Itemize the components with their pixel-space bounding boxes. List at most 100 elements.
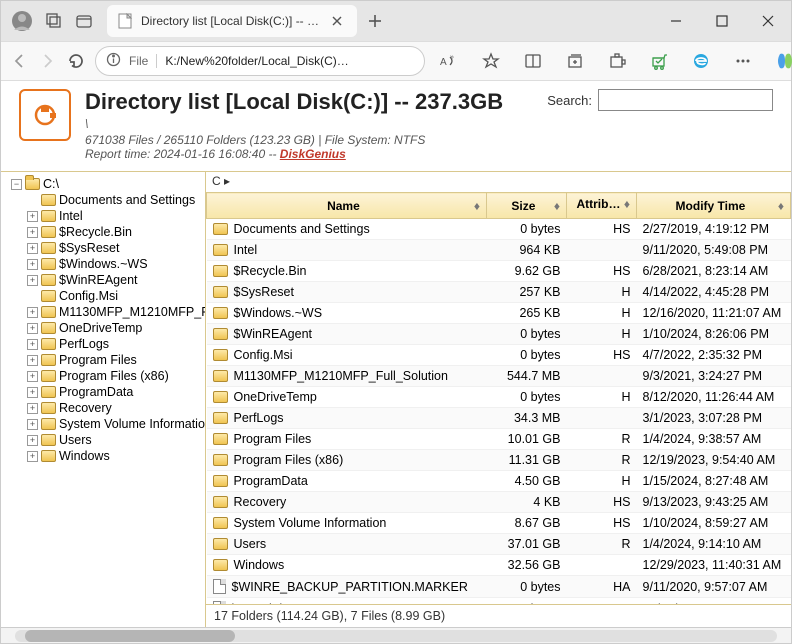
table-row[interactable]: PerfLogs34.3 MB3/1/2023, 3:07:28 PM [207,408,791,429]
expander-icon[interactable]: + [27,211,38,222]
expander-spacer [27,291,38,302]
expander-icon[interactable]: + [27,371,38,382]
table-row[interactable]: System Volume Information8.67 GBHS1/10/2… [207,513,791,534]
refresh-button[interactable] [67,45,85,77]
table-row[interactable]: Intel964 KB9/11/2020, 5:49:08 PM [207,240,791,261]
expander-icon[interactable]: + [27,435,38,446]
tree-root[interactable]: − C:\ [11,176,205,192]
file-icon [213,579,226,594]
expander-icon[interactable]: + [27,323,38,334]
ie-mode-icon[interactable] [687,47,715,75]
collections-icon[interactable] [561,47,589,75]
tab-actions-icon[interactable] [75,12,93,30]
tree-item[interactable]: +System Volume Informatio [27,416,205,432]
search-input[interactable] [598,89,773,111]
expander-icon[interactable]: − [11,179,22,190]
table-row[interactable]: $WinREAgent0 bytesH1/10/2024, 8:26:06 PM [207,324,791,345]
folder-icon [213,433,228,445]
tree-item[interactable]: +$WinREAgent [27,272,205,288]
expander-icon[interactable]: + [27,403,38,414]
table-row[interactable]: ProgramData4.50 GBH1/15/2024, 8:27:48 AM [207,471,791,492]
tree-item[interactable]: +ProgramData [27,384,205,400]
expander-icon[interactable]: + [27,227,38,238]
row-size: 8.67 GB [487,513,567,534]
table-row[interactable]: $WINRE_BACKUP_PARTITION.MARKER0 bytesHA9… [207,576,791,598]
table-row[interactable]: Users37.01 GBR1/4/2024, 9:14:10 AM [207,534,791,555]
expander-icon[interactable]: + [27,419,38,430]
horizontal-scrollbar[interactable] [1,627,791,643]
expander-icon[interactable]: + [27,339,38,350]
diskgenius-link[interactable]: DiskGenius [280,147,346,161]
back-button[interactable] [11,45,29,77]
tree-item[interactable]: +Program Files (x86) [27,368,205,384]
expander-icon[interactable]: + [27,355,38,366]
col-attr[interactable]: Attributes♦ [567,193,637,219]
close-icon[interactable] [329,13,345,29]
close-button[interactable] [745,1,791,41]
table-row[interactable]: $Windows.~WS265 KBH12/16/2020, 11:21:07 … [207,303,791,324]
scrollbar-track[interactable] [15,630,777,642]
table-row[interactable]: $SysReset257 KBH4/14/2022, 4:45:28 PM [207,282,791,303]
table-row[interactable]: Windows32.56 GB12/29/2023, 11:40:31 AM [207,555,791,576]
table-row[interactable]: Program Files (x86)11.31 GBR12/19/2023, … [207,450,791,471]
minimize-button[interactable] [653,1,699,41]
tree-item[interactable]: +PerfLogs [27,336,205,352]
tree-item[interactable]: +Program Files [27,352,205,368]
maximize-button[interactable] [699,1,745,41]
table-row[interactable]: Recovery4 KBHS9/13/2023, 9:43:25 AM [207,492,791,513]
tree-item[interactable]: +OneDriveTemp [27,320,205,336]
sort-icon: ♦ [474,199,480,213]
table-row[interactable]: Program Files10.01 GBR1/4/2024, 9:38:57 … [207,429,791,450]
workspaces-icon[interactable] [45,12,63,30]
tree-item[interactable]: +$Recycle.Bin [27,224,205,240]
tree-item[interactable]: Documents and Settings [27,192,205,208]
copilot-icon[interactable] [771,47,792,75]
table-row[interactable]: M1130MFP_M1210MFP_Full_Solution544.7 MB9… [207,366,791,387]
scrollbar-thumb[interactable] [25,630,235,642]
folder-icon [41,354,56,366]
tree-item[interactable]: +Recovery [27,400,205,416]
table-scroll[interactable]: Name♦ Size♦ Attributes♦ Modify Time♦ Doc… [206,192,791,604]
profile-icon[interactable] [11,10,33,32]
table-row[interactable]: Config.Msi0 bytesHS4/7/2022, 2:35:32 PM [207,345,791,366]
forward-button[interactable] [39,45,57,77]
tree-item[interactable]: +Windows [27,448,205,464]
tree-item[interactable]: +$Windows.~WS [27,256,205,272]
expander-icon[interactable]: + [27,307,38,318]
more-icon[interactable] [729,47,757,75]
folder-icon [213,307,228,319]
split-screen-icon[interactable] [519,47,547,75]
row-name: System Volume Information [234,516,387,530]
folder-icon [213,286,228,298]
row-size: 4.50 GB [487,471,567,492]
col-size[interactable]: Size♦ [487,193,567,219]
expander-icon[interactable]: + [27,387,38,398]
table-row[interactable]: Documents and Settings0 bytesHS2/27/2019… [207,219,791,240]
row-time: 6/28/2021, 8:23:14 AM [637,261,791,282]
extensions-icon[interactable] [603,47,631,75]
tree-item[interactable]: +M1130MFP_M1210MFP_Fu [27,304,205,320]
tree-item[interactable]: Config.Msi [27,288,205,304]
expander-icon[interactable]: + [27,275,38,286]
folder-icon [41,274,56,286]
expander-icon[interactable]: + [27,451,38,462]
tree-item[interactable]: +Intel [27,208,205,224]
read-aloud-icon[interactable]: A» [435,47,463,75]
url-box[interactable]: File K:/New%20folder/Local_Disk(C)%2... [95,46,425,76]
favorite-icon[interactable] [477,47,505,75]
shopping-icon[interactable] [645,47,673,75]
folder-icon [41,258,56,270]
tree-item[interactable]: +$SysReset [27,240,205,256]
breadcrumb[interactable]: C ▸ [206,172,791,192]
col-time[interactable]: Modify Time♦ [637,193,791,219]
col-name[interactable]: Name♦ [207,193,487,219]
folder-tree[interactable]: − C:\ Documents and Settings+Intel+$Recy… [1,172,206,627]
info-icon[interactable] [106,52,121,70]
table-row[interactable]: OneDriveTemp0 bytesH8/12/2020, 11:26:44 … [207,387,791,408]
tree-item[interactable]: +Users [27,432,205,448]
expander-icon[interactable]: + [27,259,38,270]
browser-tab[interactable]: Directory list [Local Disk(C:)] -- 2… [107,5,357,37]
table-row[interactable]: $Recycle.Bin9.62 GBHS6/28/2021, 8:23:14 … [207,261,791,282]
expander-icon[interactable]: + [27,243,38,254]
new-tab-button[interactable] [361,7,389,35]
